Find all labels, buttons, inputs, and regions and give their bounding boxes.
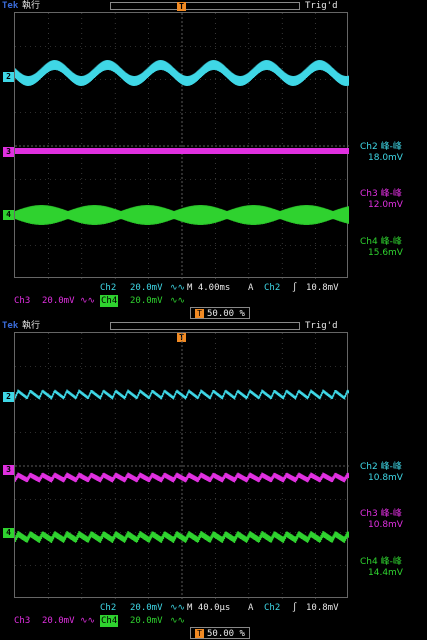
- ch4-label[interactable]: Ch4: [100, 295, 119, 307]
- run-state: 執行: [22, 321, 41, 331]
- waveform-area: [15, 333, 349, 599]
- measurement-value: 14.4mV: [368, 568, 403, 578]
- ch3-bandwidth-icon: ∿∿: [80, 296, 96, 306]
- ch3-bandwidth-icon: ∿∿: [80, 616, 96, 626]
- measurement-label: Ch2 峰-峰: [360, 142, 402, 152]
- ch2-label[interactable]: Ch2: [100, 282, 116, 294]
- ch3-label[interactable]: Ch3: [14, 295, 30, 307]
- trigger-position-readout: T 50.00 %: [190, 307, 250, 319]
- measurement-label: Ch4 峰-峰: [360, 237, 402, 247]
- record-length-bar: [110, 322, 300, 330]
- trigger-source[interactable]: Ch2: [264, 282, 280, 294]
- waveform-area: [15, 13, 349, 279]
- measurement-label: Ch3 峰-峰: [360, 189, 402, 199]
- ch4-scale: 20.0mV: [130, 616, 163, 626]
- top-status-bar: Tek 執行 Trig'd: [0, 0, 427, 12]
- ch4-bandwidth-icon: ∿∿: [170, 616, 186, 626]
- run-state: 執行: [22, 1, 41, 11]
- trigger-icon: T: [195, 309, 204, 318]
- status-row-2: Ch3 20.0mV ∿∿ Ch4 20.0mV ∿∿: [0, 615, 427, 627]
- ch2-measurement: Ch2 峰-峰 10.8mV: [360, 462, 403, 484]
- scope-screen-1: Tek 執行 Trig'd T 2 3 4 Ch2 峰-峰 18.0mV Ch3…: [0, 0, 427, 320]
- trigger-source[interactable]: Ch2: [264, 602, 280, 614]
- waveform-graticule: [14, 12, 349, 279]
- record-length-bar: [110, 2, 300, 10]
- status-row-1: Ch2 20.0mV ∿∿ M 40.0µs A Ch2 ∫ 10.8mV: [0, 602, 427, 614]
- top-status-bar: Tek 執行 Trig'd: [0, 320, 427, 332]
- trigger-icon: T: [195, 629, 204, 638]
- ch3-measurement: Ch3 峰-峰 10.8mV: [360, 509, 403, 531]
- timebase[interactable]: M 40.0µs: [187, 602, 230, 614]
- bottom-trigger-position: T 50.00 %: [190, 627, 250, 639]
- measurement-value: 10.8mV: [368, 473, 403, 483]
- trigger-position-marker: T: [177, 2, 186, 11]
- trigger-status: Trig'd: [305, 321, 338, 331]
- measurement-value: 18.0mV: [368, 153, 403, 163]
- trigger-position-value: 50.00 %: [207, 629, 245, 639]
- trigger-level[interactable]: 10.8mV: [306, 602, 339, 614]
- ch3-label[interactable]: Ch3: [14, 615, 30, 627]
- ch2-marker[interactable]: 2: [3, 72, 14, 82]
- trigger-position-value: 50.00 %: [207, 309, 245, 319]
- bandwidth-icon: ∿∿: [170, 603, 186, 613]
- ch3-marker[interactable]: 3: [3, 465, 14, 475]
- ch2-label[interactable]: Ch2: [100, 602, 116, 614]
- acq-mode: A: [248, 283, 254, 293]
- trigger-level[interactable]: 10.8mV: [306, 282, 339, 294]
- ch2-measurement: Ch2 峰-峰 18.0mV: [360, 142, 403, 164]
- acq-mode: A: [248, 603, 254, 613]
- ch4-scale: 20.0mV: [130, 296, 163, 306]
- waveform-graticule: [14, 332, 349, 599]
- graticule-lines: [15, 13, 349, 279]
- ch4-marker[interactable]: 4: [3, 210, 14, 220]
- measurement-label: Ch4 峰-峰: [360, 557, 402, 567]
- ch3-trace: [15, 147, 349, 155]
- timebase[interactable]: M 4.00ms: [187, 282, 230, 294]
- bandwidth-icon: ∿∿: [170, 283, 186, 293]
- ch4-marker[interactable]: 4: [3, 528, 14, 538]
- status-row-2: Ch3 20.0mV ∿∿ Ch4 20.0mV ∿∿: [0, 295, 427, 307]
- brand-label: Tek: [2, 321, 19, 331]
- trigger-status: Trig'd: [305, 1, 338, 11]
- ch4-measurement: Ch4 峰-峰 15.6mV: [360, 237, 403, 259]
- trigger-slope-icon: ∫: [292, 283, 298, 293]
- status-row-1: Ch2 20.0mV ∿∿ M 4.00ms A Ch2 ∫ 10.8mV: [0, 282, 427, 294]
- measurement-value: 10.8mV: [368, 520, 403, 530]
- ch3-scale: 20.0mV: [42, 296, 75, 306]
- ch4-bandwidth-icon: ∿∿: [170, 296, 186, 306]
- ch2-scale: 20.0mV: [130, 283, 163, 293]
- scope-screen-2: Tek 執行 Trig'd T 50.00 % T 2 3 4 Ch2 峰-峰 1…: [0, 307, 427, 640]
- measurement-value: 15.6mV: [368, 248, 403, 258]
- measurement-value: 12.0mV: [368, 200, 403, 210]
- measurement-label: Ch2 峰-峰: [360, 462, 402, 472]
- ch3-marker[interactable]: 3: [3, 147, 14, 157]
- measurement-label: Ch3 峰-峰: [360, 509, 402, 519]
- graticule-lines: [15, 333, 349, 599]
- ch4-measurement: Ch4 峰-峰 14.4mV: [360, 557, 403, 579]
- ch4-label[interactable]: Ch4: [100, 615, 119, 627]
- trigger-slope-icon: ∫: [292, 603, 298, 613]
- ch2-marker[interactable]: 2: [3, 392, 14, 402]
- ch2-scale: 20.0mV: [130, 603, 163, 613]
- ch3-measurement: Ch3 峰-峰 12.0mV: [360, 189, 403, 211]
- brand-label: Tek: [2, 1, 19, 11]
- ch3-scale: 20.0mV: [42, 616, 75, 626]
